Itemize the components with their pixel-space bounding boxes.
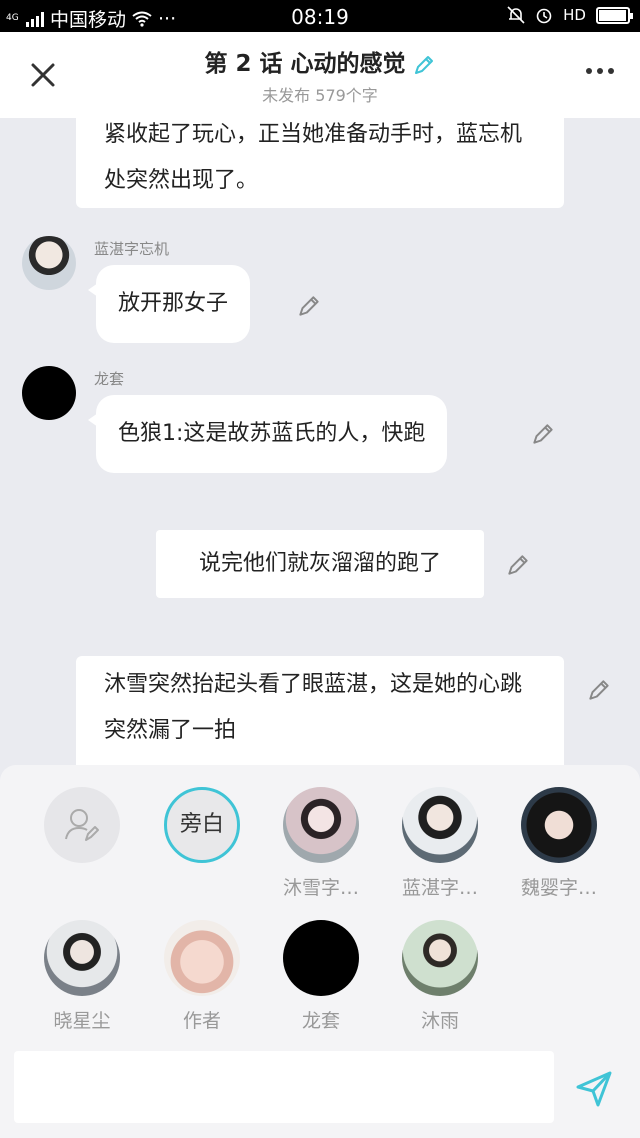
character-label: 蓝湛字… bbox=[401, 877, 478, 899]
speaker-name: 龙套 bbox=[94, 370, 125, 388]
send-icon[interactable] bbox=[572, 1067, 616, 1111]
character-item[interactable]: 晓星尘 bbox=[32, 920, 132, 1033]
character-narrator[interactable]: 旁白 bbox=[152, 787, 252, 863]
character-item[interactable]: 龙套 bbox=[271, 920, 371, 1033]
character-label: 沐雨 bbox=[420, 1010, 459, 1032]
character-avatar bbox=[44, 920, 120, 996]
character-avatar bbox=[402, 787, 478, 863]
character-item[interactable]: 作者 bbox=[152, 920, 252, 1033]
speech-bubble[interactable]: 放开那女子 bbox=[87, 265, 251, 343]
character-avatar bbox=[402, 920, 478, 996]
character-label: 沐雪字… bbox=[282, 877, 359, 899]
chat-area: 紧收起了玩心，正当她准备动手时，蓝忘机处突然出现了。 蓝湛字忘机 放开那女子 龙… bbox=[0, 118, 640, 765]
chapter-status: 未发布 579个字 bbox=[262, 86, 378, 105]
hd-call-icon: HD bbox=[563, 6, 586, 24]
more-icon[interactable] bbox=[586, 68, 614, 74]
character-label: 魏婴字… bbox=[520, 877, 597, 899]
character-panel: 旁白 沐雪字… 蓝湛字… 魏婴字… 晓星尘 作者 龙套 沐雨 bbox=[0, 765, 640, 1138]
status-bar: 4G 中国移动 ··· 08:19 HD bbox=[0, 0, 640, 32]
add-character-button[interactable] bbox=[32, 787, 132, 863]
character-item[interactable]: 魏婴字… bbox=[509, 787, 609, 900]
edit-title-icon[interactable] bbox=[412, 53, 436, 77]
narration-bubble[interactable]: 沐雪突然抬起头看了眼蓝湛，这是她的心跳突然漏了一拍 bbox=[76, 656, 564, 765]
narration-bubble[interactable]: 说完他们就灰溜溜的跑了 bbox=[156, 530, 484, 598]
narration-bubble[interactable]: 紧收起了玩心，正当她准备动手时，蓝忘机处突然出现了。 bbox=[76, 118, 564, 208]
battery-icon bbox=[596, 6, 633, 24]
character-label: 龙套 bbox=[301, 1010, 340, 1032]
alarm-icon bbox=[536, 8, 552, 24]
edit-message-icon[interactable] bbox=[586, 677, 612, 703]
edit-message-icon[interactable] bbox=[296, 293, 322, 319]
character-avatar bbox=[164, 920, 240, 996]
character-avatar bbox=[521, 787, 597, 863]
chapter-title-text: 第 2 话 心动的感觉 bbox=[204, 51, 406, 77]
character-item[interactable]: 沐雪字… bbox=[271, 787, 371, 900]
message-input[interactable] bbox=[14, 1051, 554, 1123]
mute-bell-icon bbox=[507, 6, 525, 24]
avatar-lanzhan[interactable] bbox=[22, 236, 76, 290]
edit-message-icon[interactable] bbox=[530, 421, 556, 447]
character-avatar bbox=[283, 920, 359, 996]
narrator-avatar: 旁白 bbox=[164, 787, 240, 863]
character-item[interactable]: 沐雨 bbox=[390, 920, 490, 1033]
speaker-name: 蓝湛字忘机 bbox=[94, 240, 170, 258]
speech-bubble[interactable]: 色狼1:这是故苏蓝氏的人，快跑 bbox=[87, 395, 448, 473]
character-avatar bbox=[283, 787, 359, 863]
character-item[interactable]: 蓝湛字… bbox=[390, 787, 490, 900]
chapter-title: 第 2 话 心动的感觉 bbox=[0, 44, 640, 78]
add-character-icon bbox=[44, 787, 120, 863]
edit-message-icon[interactable] bbox=[505, 552, 531, 578]
character-label: 作者 bbox=[182, 1010, 221, 1032]
avatar-extra[interactable] bbox=[22, 366, 76, 420]
character-label: 晓星尘 bbox=[53, 1010, 111, 1032]
nav-header: 第 2 话 心动的感觉 未发布 579个字 bbox=[0, 32, 640, 118]
